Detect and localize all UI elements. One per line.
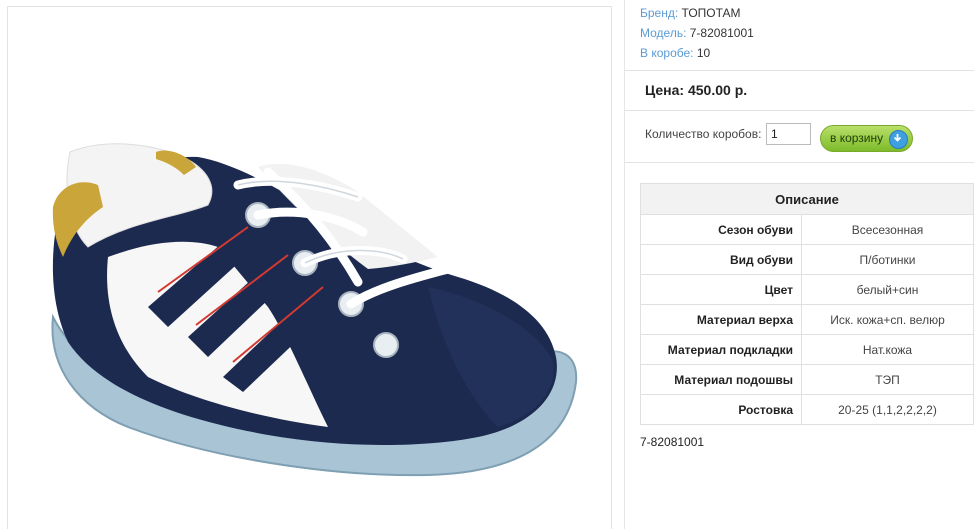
spec-value: белый+син [801, 274, 974, 305]
product-meta: Бренд: ТОПОТАМ Модель: 7-82081001 В коро… [640, 3, 754, 63]
product-image-frame[interactable] [7, 6, 612, 529]
spec-name: Цвет [640, 274, 802, 305]
spec-name: Материал подошвы [640, 364, 802, 395]
product-code: 7-82081001 [640, 435, 705, 449]
brand-label: Бренд: [640, 6, 679, 20]
description-header: Описание [640, 183, 974, 215]
column-divider [624, 0, 625, 529]
box-row: В коробе: 10 [640, 43, 754, 63]
spec-value: Нат.кожа [801, 334, 974, 365]
divider-line [625, 70, 974, 71]
divider-line [625, 110, 974, 111]
spec-value: 20-25 (1,1,2,2,2,2) [801, 394, 974, 425]
brand-row: Бренд: ТОПОТАМ [640, 3, 754, 23]
quantity-input[interactable] [766, 123, 811, 145]
table-row: Материал подкладки Нат.кожа [640, 334, 974, 365]
shoe-image[interactable] [8, 7, 613, 530]
table-row: Ростовка 20-25 (1,1,2,2,2,2) [640, 394, 974, 425]
table-row: Вид обуви П/ботинки [640, 244, 974, 275]
box-value: 10 [696, 46, 711, 60]
table-row: Материал верха Иск. кожа+сп. велюр [640, 304, 974, 335]
table-row: Цвет белый+син [640, 274, 974, 305]
spec-value: П/ботинки [801, 244, 974, 275]
spec-value: Всесезонная [801, 214, 974, 245]
add-to-cart-label: в корзину [830, 131, 884, 145]
description-table: Описание Сезон обуви Всесезонная Вид обу… [640, 183, 974, 425]
arrow-down-icon [889, 130, 908, 149]
spec-name: Сезон обуви [640, 214, 802, 245]
add-to-cart-button[interactable]: в корзину [820, 125, 913, 152]
divider-line [625, 162, 974, 163]
model-row: Модель: 7-82081001 [640, 23, 754, 43]
box-label: В коробе: [640, 46, 694, 60]
quantity-label: Количество коробов: [645, 127, 762, 141]
model-value: 7-82081001 [689, 26, 754, 40]
spec-name: Материал подкладки [640, 334, 802, 365]
spec-value: ТЭП [801, 364, 974, 395]
table-row: Сезон обуви Всесезонная [640, 214, 974, 245]
model-label: Модель: [640, 26, 687, 40]
brand-value: ТОПОТАМ [681, 6, 741, 20]
spec-name: Ростовка [640, 394, 802, 425]
spec-name: Вид обуви [640, 244, 802, 275]
price-text: Цена: 450.00 р. [645, 82, 748, 98]
spec-name: Материал верха [640, 304, 802, 335]
spec-value: Иск. кожа+сп. велюр [801, 304, 974, 335]
table-row: Материал подошвы ТЭП [640, 364, 974, 395]
